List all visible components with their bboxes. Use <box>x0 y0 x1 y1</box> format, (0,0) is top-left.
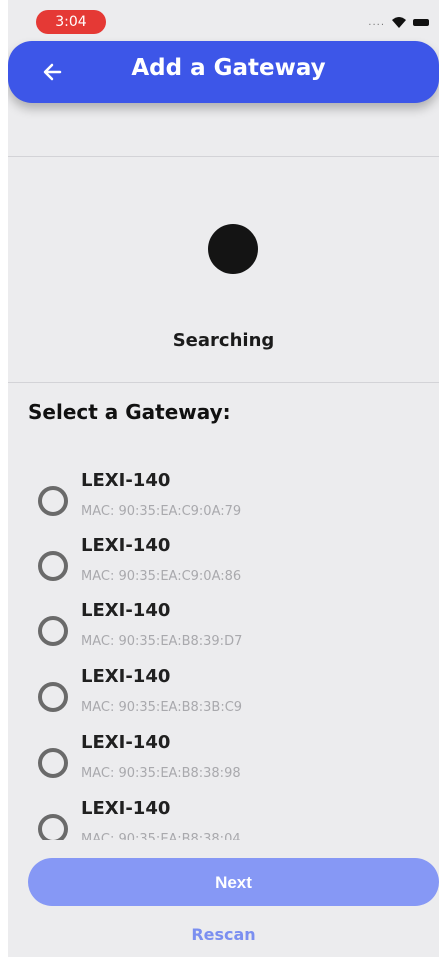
gateway-mac: MAC: 90:35:EA:C9:0A:79 <box>81 504 242 519</box>
gateway-name: LEXI-140 <box>81 732 171 753</box>
gateway-option[interactable]: LEXI-140 MAC: 90:35:EA:B8:38:98 <box>8 728 439 788</box>
page-title: Add a Gateway <box>131 55 326 81</box>
app-screen: 3:04 .... Add a Gateway Searching Select… <box>8 0 439 957</box>
battery-icon <box>413 18 429 26</box>
gateway-mac: MAC: 90:35:EA:B8:39:D7 <box>81 634 243 649</box>
gateway-option[interactable]: LEXI-140 MAC: 90:35:EA:B8:38:04 <box>8 794 439 840</box>
radio-button[interactable] <box>38 486 68 516</box>
gateway-name: LEXI-140 <box>81 535 171 556</box>
gateway-name: LEXI-140 <box>81 600 171 621</box>
gateway-name: LEXI-140 <box>81 666 171 687</box>
rescan-button[interactable]: Rescan <box>8 925 439 944</box>
wifi-icon <box>392 16 406 28</box>
radio-button[interactable] <box>38 748 68 778</box>
divider <box>8 382 439 383</box>
next-button[interactable]: Next <box>28 858 439 906</box>
gateway-mac: MAC: 90:35:EA:C9:0A:86 <box>81 569 242 584</box>
gateway-option[interactable]: LEXI-140 MAC: 90:35:EA:B8:39:D7 <box>8 596 439 656</box>
gateway-name: LEXI-140 <box>81 470 171 491</box>
gateway-mac: MAC: 90:35:EA:B8:38:98 <box>81 766 241 781</box>
radio-button[interactable] <box>38 551 68 581</box>
gateway-name: LEXI-140 <box>81 798 171 819</box>
status-time: 3:04 <box>36 10 106 34</box>
gateway-list[interactable]: LEXI-140 MAC: 90:35:EA:C9:0A:79 LEXI-140… <box>8 466 439 840</box>
search-status-text: Searching <box>172 330 275 351</box>
gateway-option[interactable]: LEXI-140 MAC: 90:35:EA:B8:3B:C9 <box>8 662 439 722</box>
radio-button[interactable] <box>38 616 68 646</box>
gateway-mac: MAC: 90:35:EA:B8:3B:C9 <box>81 700 243 715</box>
select-gateway-heading: Select a Gateway: <box>28 400 231 424</box>
app-bar: Add a Gateway <box>8 41 439 103</box>
gateway-option[interactable]: LEXI-140 MAC: 90:35:EA:C9:0A:86 <box>8 531 439 591</box>
status-icons: .... <box>368 12 429 32</box>
radio-button[interactable] <box>38 682 68 712</box>
searching-indicator <box>208 224 258 274</box>
divider <box>8 156 439 157</box>
gateway-mac: MAC: 90:35:EA:B8:38:04 <box>81 832 241 840</box>
radio-button[interactable] <box>38 814 68 840</box>
gateway-option[interactable]: LEXI-140 MAC: 90:35:EA:C9:0A:79 <box>8 466 439 526</box>
signal-icon: .... <box>368 16 385 28</box>
status-bar: 3:04 .... <box>8 0 439 40</box>
